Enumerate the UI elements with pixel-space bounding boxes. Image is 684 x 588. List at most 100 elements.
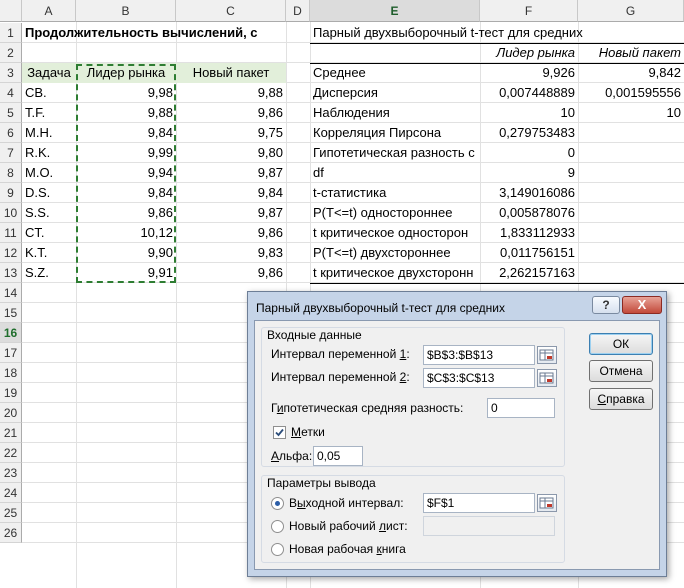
- row-header-6[interactable]: 6: [0, 123, 22, 143]
- result-label-cell[interactable]: df: [310, 163, 480, 183]
- row-header-5[interactable]: 5: [0, 103, 22, 123]
- column-header-f[interactable]: F: [480, 0, 578, 22]
- column-header-d[interactable]: D: [286, 0, 310, 22]
- row-header-10[interactable]: 10: [0, 203, 22, 223]
- help-button[interactable]: Справка: [589, 388, 653, 410]
- row-header-18[interactable]: 18: [0, 363, 22, 383]
- result-new-package-cell[interactable]: 10: [578, 103, 684, 123]
- task-cell[interactable]: M.H.: [22, 123, 76, 143]
- row-header-20[interactable]: 20: [0, 403, 22, 423]
- row-header-26[interactable]: 26: [0, 523, 22, 543]
- row-header-9[interactable]: 9: [0, 183, 22, 203]
- row-header-24[interactable]: 24: [0, 483, 22, 503]
- result-new-package-cell[interactable]: [578, 183, 684, 203]
- result-label-cell[interactable]: t критическое односторон: [310, 223, 480, 243]
- labels-checkbox[interactable]: [273, 426, 286, 439]
- task-cell[interactable]: D.S.: [22, 183, 76, 203]
- row-header-16[interactable]: 16: [0, 323, 22, 343]
- column-header-a[interactable]: A: [22, 0, 76, 22]
- result-label-cell[interactable]: t критическое двухсторонн: [310, 263, 480, 283]
- cancel-button[interactable]: Отмена: [589, 360, 653, 382]
- result-new-package-cell[interactable]: [578, 243, 684, 263]
- result-market-leader-cell[interactable]: 0,007448889: [480, 83, 578, 103]
- var1-range-button[interactable]: [537, 346, 557, 364]
- row-header-21[interactable]: 21: [0, 423, 22, 443]
- result-new-package-cell[interactable]: 0,001595556: [578, 83, 684, 103]
- result-label-cell[interactable]: t-статистика: [310, 183, 480, 203]
- column-header-e[interactable]: E: [310, 0, 480, 22]
- result-market-leader-cell[interactable]: 0,011756151: [480, 243, 578, 263]
- ok-button[interactable]: ОК: [589, 333, 653, 355]
- var2-range-button[interactable]: [537, 369, 557, 387]
- var1-input[interactable]: $B$3:$B$13: [423, 345, 535, 365]
- result-market-leader-cell[interactable]: 2,262157163: [480, 263, 578, 283]
- new-book-radio[interactable]: [271, 543, 284, 556]
- result-market-leader-cell[interactable]: 0,005878076: [480, 203, 578, 223]
- task-cell[interactable]: CB.: [22, 83, 76, 103]
- task-cell[interactable]: M.O.: [22, 163, 76, 183]
- new-package-cell[interactable]: 9,86: [176, 223, 286, 243]
- row-header-8[interactable]: 8: [0, 163, 22, 183]
- result-new-package-cell[interactable]: [578, 123, 684, 143]
- new-package-cell[interactable]: 9,83: [176, 243, 286, 263]
- result-market-leader-cell[interactable]: 9: [480, 163, 578, 183]
- result-label-cell[interactable]: Дисперсия: [310, 83, 480, 103]
- result-market-leader-cell[interactable]: 0: [480, 143, 578, 163]
- new-sheet-input[interactable]: [423, 516, 555, 536]
- column-header-c[interactable]: C: [176, 0, 286, 22]
- new-package-cell[interactable]: 9,86: [176, 103, 286, 123]
- row-header-17[interactable]: 17: [0, 343, 22, 363]
- result-label-cell[interactable]: P(T<=t) одностороннее: [310, 203, 480, 223]
- result-market-leader-cell[interactable]: 10: [480, 103, 578, 123]
- result-new-package-cell[interactable]: [578, 163, 684, 183]
- hyp-diff-input[interactable]: 0: [487, 398, 555, 418]
- result-new-package-cell[interactable]: [578, 203, 684, 223]
- new-package-cell[interactable]: 9,87: [176, 203, 286, 223]
- new-package-cell[interactable]: 9,88: [176, 83, 286, 103]
- alpha-input[interactable]: 0,05: [313, 446, 363, 466]
- row-header-19[interactable]: 19: [0, 383, 22, 403]
- new-package-cell[interactable]: 9,84: [176, 183, 286, 203]
- new-package-cell[interactable]: 9,80: [176, 143, 286, 163]
- row-header-2[interactable]: 2: [0, 43, 22, 63]
- result-label-cell[interactable]: Наблюдения: [310, 103, 480, 123]
- output-range-radio[interactable]: [271, 497, 284, 510]
- new-package-cell[interactable]: 9,86: [176, 263, 286, 283]
- result-new-package-cell[interactable]: [578, 263, 684, 283]
- select-all-corner[interactable]: [0, 0, 22, 22]
- row-header-22[interactable]: 22: [0, 443, 22, 463]
- result-market-leader-cell[interactable]: 9,926: [480, 63, 578, 83]
- result-label-cell[interactable]: Среднее: [310, 63, 480, 83]
- column-header-g[interactable]: G: [578, 0, 684, 22]
- row-header-4[interactable]: 4: [0, 83, 22, 103]
- task-cell[interactable]: CT.: [22, 223, 76, 243]
- task-cell[interactable]: S.S.: [22, 203, 76, 223]
- close-button[interactable]: X: [622, 296, 662, 314]
- row-header-3[interactable]: 3: [0, 63, 22, 83]
- result-market-leader-cell[interactable]: 0,279753483: [480, 123, 578, 143]
- result-label-cell[interactable]: P(T<=t) двухстороннее: [310, 243, 480, 263]
- result-label-cell[interactable]: Корреляция Пирсона: [310, 123, 480, 143]
- result-market-leader-cell[interactable]: 3,149016086: [480, 183, 578, 203]
- row-header-14[interactable]: 14: [0, 283, 22, 303]
- task-cell[interactable]: T.F.: [22, 103, 76, 123]
- new-package-cell[interactable]: 9,75: [176, 123, 286, 143]
- row-header-11[interactable]: 11: [0, 223, 22, 243]
- row-header-15[interactable]: 15: [0, 303, 22, 323]
- row-header-12[interactable]: 12: [0, 243, 22, 263]
- result-new-package-cell[interactable]: [578, 223, 684, 243]
- row-header-7[interactable]: 7: [0, 143, 22, 163]
- output-range-button[interactable]: [537, 494, 557, 512]
- result-market-leader-cell[interactable]: 1,833112933: [480, 223, 578, 243]
- task-cell[interactable]: K.T.: [22, 243, 76, 263]
- new-package-cell[interactable]: 9,87: [176, 163, 286, 183]
- result-new-package-cell[interactable]: 9,842: [578, 63, 684, 83]
- result-label-cell[interactable]: Гипотетическая разность с: [310, 143, 480, 163]
- row-header-13[interactable]: 13: [0, 263, 22, 283]
- task-cell[interactable]: S.Z.: [22, 263, 76, 283]
- new-sheet-radio[interactable]: [271, 520, 284, 533]
- var2-input[interactable]: $C$3:$C$13: [423, 368, 535, 388]
- help-title-button[interactable]: ?: [592, 296, 620, 314]
- row-header-23[interactable]: 23: [0, 463, 22, 483]
- output-range-input[interactable]: $F$1: [423, 493, 535, 513]
